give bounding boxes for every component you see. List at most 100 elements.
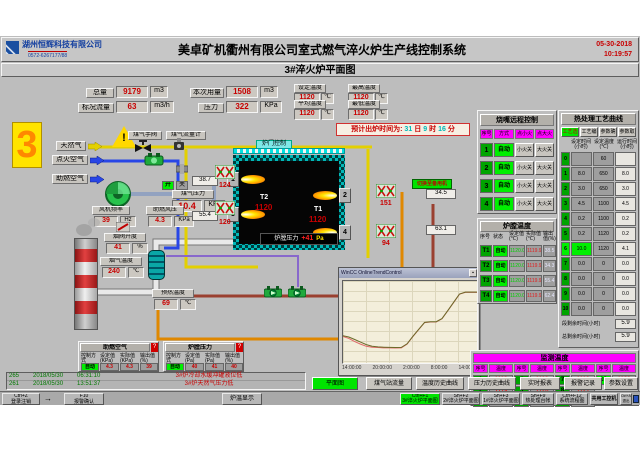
burner-big-fire-button[interactable]: 大火关 bbox=[535, 161, 554, 175]
burner-mode-button[interactable]: 自动 bbox=[494, 143, 514, 157]
nav-gas-station-button[interactable]: 煤气站流量 bbox=[366, 377, 412, 390]
zone-mode-button[interactable]: 自动 bbox=[493, 260, 508, 272]
nav-alarm-record-button[interactable]: 报警记录 bbox=[564, 377, 602, 390]
reversing-valve-right-top-icon[interactable] bbox=[376, 184, 396, 198]
screen-key-f3[interactable]: Sh+F3 1#淬火炉平面图 bbox=[482, 393, 520, 405]
blast-pressure-value: 4.3 bbox=[148, 216, 172, 227]
reversing-valve-left-top-icon[interactable] bbox=[215, 165, 235, 179]
process-set-temp-cell[interactable]: 0 bbox=[593, 302, 614, 316]
heat-exchanger bbox=[148, 250, 165, 280]
burner-small-fire-button[interactable]: 小火关 bbox=[515, 179, 534, 193]
burner-col-small: 点小火 bbox=[515, 129, 534, 139]
zone-sv-value[interactable]: 1120.0 bbox=[509, 245, 525, 257]
process-set-temp-cell[interactable]: 1100 bbox=[593, 212, 614, 226]
exit-system-key[interactable]: Ctrl+Alt+F12 退出系统 bbox=[620, 393, 632, 405]
pressure-sv-value[interactable]: 40 bbox=[185, 363, 204, 371]
nav-pressure-history-button[interactable]: 压力历史曲线 bbox=[468, 377, 516, 390]
nav-temp-history-button[interactable]: 温度历史曲线 bbox=[416, 377, 464, 390]
process-set-temp-cell[interactable]: 1120 bbox=[593, 242, 614, 256]
reversing-valve-left-bottom-icon[interactable] bbox=[215, 201, 235, 215]
process-set-temp-cell[interactable]: 60 bbox=[593, 152, 614, 166]
preheat-temp-label: 预热温度 bbox=[152, 289, 194, 298]
hand-valve-label: 煤气手阀 bbox=[128, 131, 162, 140]
screen-key-f9[interactable]: Sh+F9 热处理台帐 bbox=[522, 393, 554, 405]
temp-display-key[interactable]: 炉温显示 bbox=[222, 393, 262, 405]
burner-big-fire-button[interactable]: 大火关 bbox=[535, 179, 554, 193]
process-set-temp-cell[interactable]: 0 bbox=[593, 257, 614, 271]
process-set-time-cell[interactable]: 10.0 bbox=[571, 242, 592, 256]
process-set-temp-cell[interactable]: 650 bbox=[593, 167, 614, 181]
trend-window-button[interactable]: ▪ bbox=[469, 269, 477, 277]
combustion-fan-icon[interactable] bbox=[104, 180, 132, 208]
gas-flow-label: 标况流量 bbox=[78, 103, 114, 113]
burner-small-fire-button[interactable]: 小火关 bbox=[515, 197, 534, 211]
avg-temp-unit: ℃ bbox=[321, 109, 334, 120]
trend-titlebar[interactable]: WinCC OnlineTrendControl ▪ bbox=[339, 268, 479, 278]
fan-off-indicator[interactable]: 关 bbox=[176, 181, 188, 190]
nav-param-set-button[interactable]: 参数设置 bbox=[604, 377, 638, 390]
alarm-list[interactable]: 265 2018/05/30 06:31:10 3#炉冷却水缓冲罐液位低 261… bbox=[6, 372, 306, 390]
zone-mode-button[interactable]: 自动 bbox=[493, 275, 508, 287]
process-set-time-cell[interactable] bbox=[571, 152, 592, 166]
gas-pressure-unit: KPa bbox=[260, 101, 282, 113]
process-set-time-cell[interactable]: 0.0 bbox=[571, 287, 592, 301]
process-set-time-cell[interactable]: 0.0 bbox=[571, 272, 592, 286]
process-set-temp-cell[interactable]: 0 bbox=[593, 287, 614, 301]
zone-sv-value[interactable]: 1120.0 bbox=[509, 290, 525, 302]
smoke-valve-actuator-icon[interactable] bbox=[116, 222, 130, 232]
process-edit-button[interactable]: 工艺编制 bbox=[580, 127, 598, 137]
process-set-time-cell[interactable]: 0.0 bbox=[571, 257, 592, 271]
burner-big-fire-button[interactable]: 大火关 bbox=[535, 197, 554, 211]
burner-small-fire-button[interactable]: 小火关 bbox=[515, 161, 534, 175]
process-set-temp-cell[interactable]: 1120 bbox=[593, 227, 614, 241]
gas-pressure-value: 322 bbox=[226, 101, 258, 113]
avg-temp-label: 平均温度 bbox=[294, 100, 326, 109]
reversing-valve-right-bottom-icon[interactable] bbox=[376, 224, 396, 238]
burner-small-fire-button[interactable]: 小火关 bbox=[515, 143, 534, 157]
burner-big-fire-button[interactable]: 大火关 bbox=[535, 143, 554, 157]
air-mode-button[interactable]: 自动 bbox=[81, 363, 99, 371]
alarm-row[interactable]: 261 2018/05/30 13:51:37 3#炉天然气压力低 bbox=[7, 381, 305, 389]
shared-pc-key[interactable]: 共用工控机 bbox=[590, 393, 618, 405]
zone-sv-value[interactable]: 1120.0 bbox=[509, 275, 525, 287]
screen-key-f2[interactable]: Sh+F2 2#淬火炉平面图 bbox=[442, 393, 480, 405]
process-set-time-cell[interactable]: 3.0 bbox=[571, 182, 592, 196]
zone-mode-button[interactable]: 自动 bbox=[493, 245, 508, 257]
min-temp-label: 最低温度 bbox=[348, 100, 380, 109]
login-key[interactable]: Ctrl+Z 登录注销 bbox=[2, 393, 40, 405]
pressure-panel-help-button[interactable]: ? bbox=[236, 343, 243, 352]
nav-report-button[interactable]: 实时报表 bbox=[520, 377, 560, 390]
zone-sv-value[interactable]: 1120.0 bbox=[509, 260, 525, 272]
hand-valve-icon[interactable] bbox=[134, 140, 152, 152]
burner-mode-button[interactable]: 自动 bbox=[494, 179, 514, 193]
process-set-temp-cell[interactable]: 650 bbox=[593, 182, 614, 196]
process-cancel-button[interactable]: 参数取消 bbox=[618, 127, 636, 137]
burner-mode-button[interactable]: 自动 bbox=[494, 197, 514, 211]
pressure-mode-button[interactable]: 自动 bbox=[166, 363, 184, 371]
fan-on-indicator[interactable]: 开 bbox=[162, 181, 174, 190]
screen-key-f1[interactable]: Ctrl+F1 3#淬火炉平面图 bbox=[400, 393, 440, 405]
switch-backup-button[interactable]: 切换至备用机 bbox=[412, 179, 452, 189]
process-set-time-cell[interactable]: 0.0 bbox=[571, 302, 592, 316]
process-set-time-cell[interactable]: 8.0 bbox=[571, 167, 592, 181]
monitor-col-temp: 温度 bbox=[571, 364, 595, 373]
process-confirm-button[interactable]: 参数确认 bbox=[599, 127, 617, 137]
process-row-no: 8 bbox=[561, 272, 570, 286]
burner-mode-button[interactable]: 自动 bbox=[494, 161, 514, 175]
screen-key-f12[interactable]: Ctrl+F12 系统流程图 bbox=[556, 393, 588, 405]
process-set-time-cell[interactable]: 0.2 bbox=[571, 212, 592, 226]
furnace-number-badge: 3 bbox=[12, 122, 42, 168]
air-sv-value[interactable]: 4.3 bbox=[100, 363, 119, 371]
alarm-row[interactable]: 265 2018/05/30 06:31:10 3#炉冷却水缓冲罐液位低 bbox=[7, 373, 305, 381]
process-select-button[interactable]: 工艺选择 bbox=[561, 127, 579, 137]
process-set-time-cell[interactable]: 4.5 bbox=[571, 197, 592, 211]
process-set-temp-cell[interactable]: 1100 bbox=[593, 197, 614, 211]
air-panel-help-button[interactable]: ? bbox=[151, 343, 158, 352]
process-set-time-cell[interactable]: 0.2 bbox=[571, 227, 592, 241]
alarm-ack-key[interactable]: F10 报警确认 bbox=[64, 393, 104, 405]
burner-4[interactable]: 4 bbox=[339, 225, 351, 240]
process-set-temp-cell[interactable]: 0 bbox=[593, 272, 614, 286]
burner-2[interactable]: 2 bbox=[339, 188, 351, 203]
zone-mode-button[interactable]: 自动 bbox=[493, 290, 508, 302]
nav-plan-button[interactable]: 平面图 bbox=[312, 377, 358, 390]
